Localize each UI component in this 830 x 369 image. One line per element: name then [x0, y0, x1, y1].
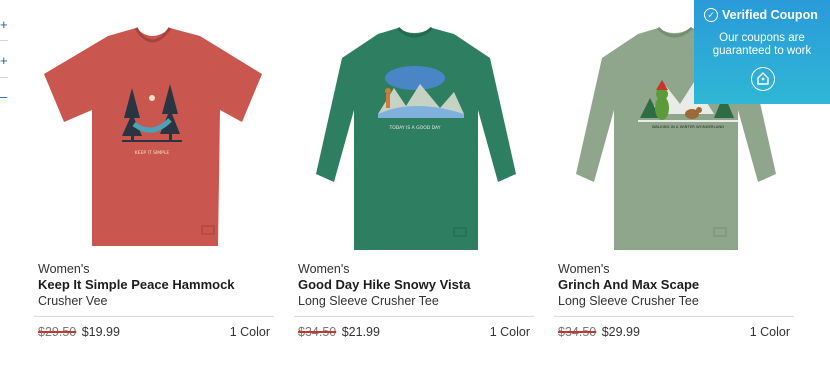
product-name-link[interactable]: Good Day Hike Snowy Vista: [298, 277, 470, 292]
filter-side-controls: + + –: [0, 0, 14, 120]
check-circle-icon: ✓: [704, 8, 718, 22]
sale-price: $29.99: [601, 325, 640, 339]
collapse-filter-button[interactable]: –: [0, 90, 12, 104]
coupon-tag-icon[interactable]: [751, 67, 775, 91]
graphic-text: TODAY IS A GOOD DAY: [388, 125, 440, 131]
product-name-link[interactable]: Grinch And Max Scape: [558, 277, 699, 292]
coupon-line-1: Our coupons are: [719, 32, 805, 44]
card-divider: [294, 316, 534, 317]
product-card[interactable]: TODAY IS A GOOD DAY Women's Good Day Hik…: [294, 0, 534, 369]
coupon-line-2: guaranteed to work: [712, 45, 812, 57]
color-count-link[interactable]: 1 Color: [230, 325, 270, 339]
card-divider: [554, 316, 794, 317]
longsleeve-tee-image: TODAY IS A GOOD DAY: [316, 26, 516, 250]
vneck-tee-image: KEEP IT SIMPLE: [44, 27, 262, 246]
coupon-message: Our coupons are guaranteed to work: [694, 32, 830, 58]
graphic-text: KEEP IT SIMPLE: [135, 150, 170, 156]
product-image[interactable]: TODAY IS A GOOD DAY: [294, 14, 534, 254]
product-category: Women's: [558, 262, 610, 276]
price-row: $34.50 $21.99: [298, 325, 380, 339]
product-style: Long Sleeve Crusher Tee: [298, 294, 439, 308]
filter-divider: [0, 77, 8, 78]
product-image[interactable]: KEEP IT SIMPLE: [34, 14, 274, 254]
original-price: $29.50: [38, 325, 77, 339]
product-category: Women's: [298, 262, 350, 276]
filter-divider: [0, 40, 8, 41]
graphic-text: WALKING IN A WINTER WONDERLAND: [652, 124, 724, 129]
expand-filter-button-1[interactable]: +: [0, 18, 12, 32]
expand-filter-button-2[interactable]: +: [0, 54, 12, 68]
tag-icon: [757, 72, 769, 85]
product-grid: KEEP IT SIMPLE Women's Keep It Simple Pe…: [34, 0, 804, 369]
product-category: Women's: [38, 262, 90, 276]
color-count-link[interactable]: 1 Color: [490, 325, 530, 339]
sale-price: $19.99: [81, 325, 120, 339]
coupon-title: ✓ Verified Coupon: [704, 8, 818, 22]
verified-coupon-widget[interactable]: ✓ Verified Coupon Our coupons are guaran…: [694, 0, 830, 104]
original-price: $34.50: [298, 325, 337, 339]
price-row: $29.50 $19.99: [38, 325, 120, 339]
color-count-link[interactable]: 1 Color: [750, 325, 790, 339]
card-divider: [34, 316, 274, 317]
product-style: Crusher Vee: [38, 294, 108, 308]
price-row: $34.50 $29.99: [558, 325, 640, 339]
product-style: Long Sleeve Crusher Tee: [558, 294, 699, 308]
product-name-link[interactable]: Keep It Simple Peace Hammock: [38, 277, 235, 292]
coupon-title-text: Verified Coupon: [722, 8, 818, 22]
product-card[interactable]: KEEP IT SIMPLE Women's Keep It Simple Pe…: [34, 0, 274, 369]
sale-price: $21.99: [341, 325, 380, 339]
original-price: $34.50: [558, 325, 597, 339]
